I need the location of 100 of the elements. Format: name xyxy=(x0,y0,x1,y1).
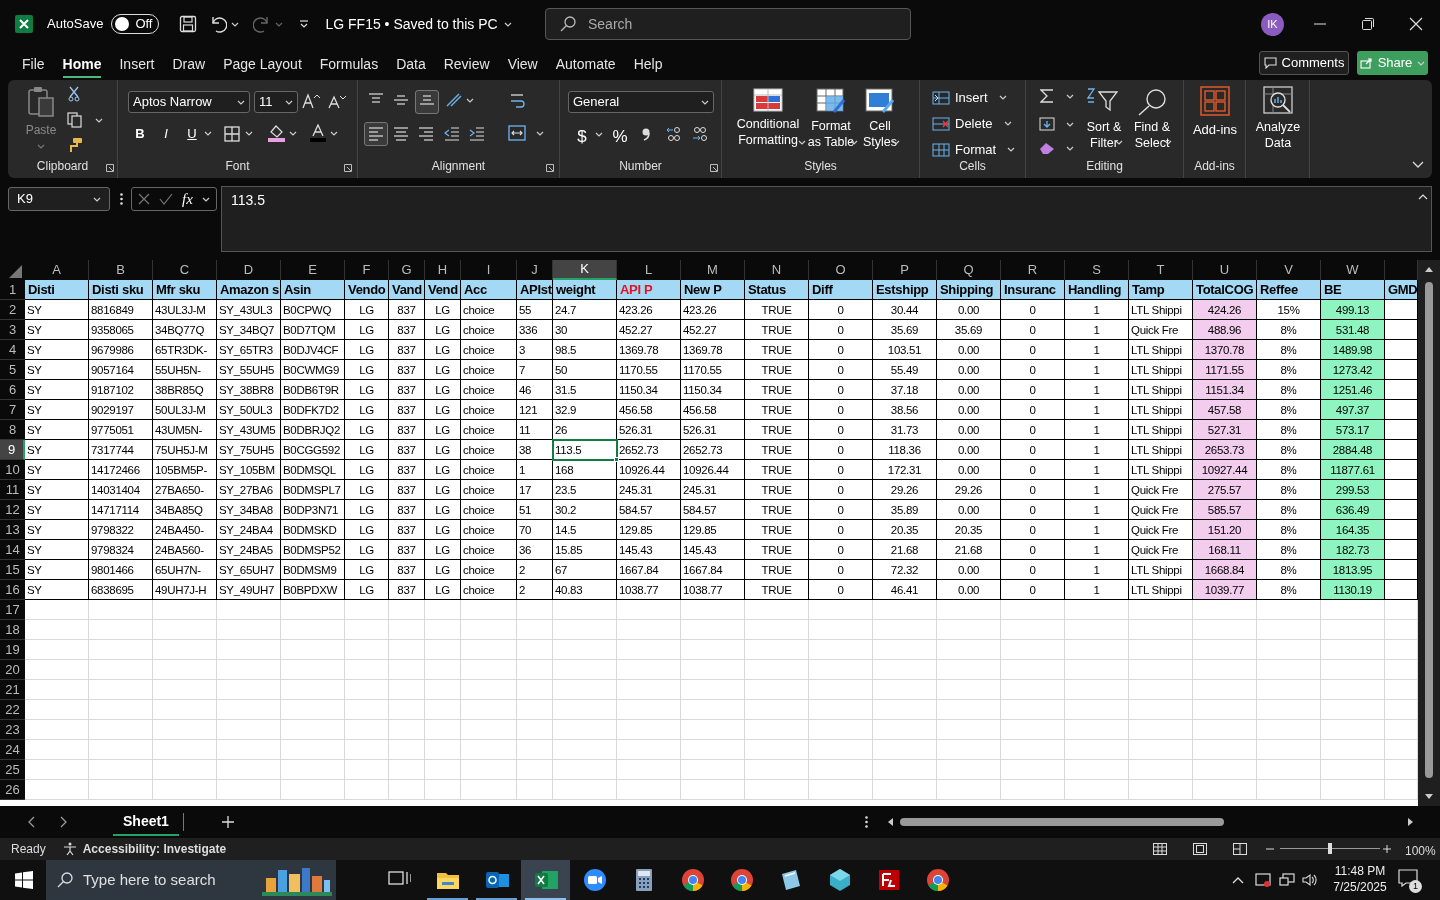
caret-icon[interactable] xyxy=(503,21,512,27)
collapse-formula-bar-icon[interactable] xyxy=(1418,194,1428,200)
analyze-data-button[interactable]: Analyze Data xyxy=(1249,86,1307,151)
network-icon[interactable] xyxy=(1279,873,1295,887)
row-number[interactable]: 22 xyxy=(0,700,25,720)
zoom-slider-thumb[interactable] xyxy=(1328,843,1332,854)
row-number[interactable]: 15 xyxy=(0,560,25,580)
fill-color-icon[interactable] xyxy=(268,124,285,142)
start-icon[interactable] xyxy=(15,871,33,889)
menu-tab[interactable]: Draw xyxy=(164,48,214,80)
cells-button[interactable]: Insert xyxy=(932,88,1007,108)
borders-icon[interactable] xyxy=(224,126,240,142)
caret-icon[interactable] xyxy=(1003,121,1012,127)
volume-icon[interactable] xyxy=(1302,873,1318,887)
row-number[interactable]: 21 xyxy=(0,680,25,700)
undo-icon[interactable] xyxy=(209,15,228,33)
caret-icon[interactable] xyxy=(1164,140,1172,145)
row-number[interactable]: 10 xyxy=(0,460,25,480)
align-right-icon[interactable] xyxy=(418,126,434,142)
caret-icon[interactable] xyxy=(231,21,240,27)
row-number[interactable]: 6 xyxy=(0,380,25,400)
orientation-icon[interactable] xyxy=(445,92,463,108)
font-size-dropdown[interactable]: 11 xyxy=(254,91,298,113)
format-painter-icon[interactable] xyxy=(67,137,83,153)
caret-icon[interactable] xyxy=(595,132,603,137)
caret-icon[interactable] xyxy=(798,140,806,145)
caret-icon[interactable] xyxy=(330,131,338,136)
decrease-decimal-icon[interactable] xyxy=(692,126,708,142)
menu-tab[interactable]: Help xyxy=(625,48,671,80)
caret-icon[interactable] xyxy=(536,131,544,136)
caret-icon[interactable] xyxy=(1066,146,1074,151)
caret-icon[interactable] xyxy=(95,118,103,123)
caret-icon[interactable] xyxy=(285,99,293,105)
sheet-tab[interactable]: Sheet1 xyxy=(113,808,179,836)
more-options-icon[interactable] xyxy=(120,193,123,205)
italic-button[interactable]: I xyxy=(155,123,177,145)
increase-indent-icon[interactable] xyxy=(469,126,485,142)
menu-tab[interactable]: File xyxy=(14,48,53,80)
restore-icon[interactable] xyxy=(1362,18,1374,30)
page-break-view-icon[interactable] xyxy=(1233,843,1247,855)
caret-icon[interactable] xyxy=(289,131,297,136)
caret-icon[interactable] xyxy=(1066,122,1074,127)
row-number[interactable]: 4 xyxy=(0,340,25,360)
row-number[interactable]: 14 xyxy=(0,540,25,560)
caret-icon[interactable] xyxy=(204,131,212,136)
zoom-in-icon[interactable] xyxy=(1383,845,1391,853)
currency-button[interactable]: $ xyxy=(574,124,590,150)
decrease-indent-icon[interactable] xyxy=(444,126,460,142)
name-box[interactable]: K9 xyxy=(8,187,110,211)
chevron-up-icon[interactable] xyxy=(1232,877,1244,884)
security-icon[interactable] xyxy=(1255,873,1271,887)
collapse-ribbon-icon[interactable] xyxy=(1412,161,1424,168)
menu-tab[interactable]: Automate xyxy=(547,48,624,80)
scissors-icon[interactable] xyxy=(68,86,80,102)
bold-button[interactable]: B xyxy=(129,123,151,145)
eraser-icon[interactable] xyxy=(1039,142,1055,154)
row-number[interactable]: 26 xyxy=(0,780,25,800)
formula-input[interactable]: 113.5 xyxy=(221,186,1432,252)
caret-icon[interactable] xyxy=(1066,94,1074,99)
accessibility-button[interactable]: Accessibility: Investigate xyxy=(62,840,227,858)
next-sheet-icon[interactable] xyxy=(60,816,67,828)
menu-tab[interactable]: Data xyxy=(388,48,434,80)
number-format-dropdown[interactable]: General xyxy=(568,91,714,113)
row-number[interactable]: 13 xyxy=(0,520,25,540)
find-select-button[interactable]: Find & Select xyxy=(1130,88,1174,151)
underline-button[interactable]: U xyxy=(181,123,203,145)
caret-icon[interactable] xyxy=(245,131,253,136)
add-ins-button[interactable]: Add-ins xyxy=(1186,86,1244,140)
add-sheet-icon[interactable] xyxy=(221,816,234,828)
sort-filter-button[interactable]: Sort & Filter xyxy=(1082,88,1126,151)
zoom-level[interactable]: 100% xyxy=(1405,842,1436,860)
comma-style-icon[interactable] xyxy=(642,127,650,141)
row-number[interactable]: 16 xyxy=(0,580,25,600)
row-number[interactable]: 17 xyxy=(0,600,25,620)
vertical-scrollbar[interactable] xyxy=(1418,260,1440,806)
menu-tab[interactable]: View xyxy=(499,48,546,80)
row-number[interactable]: 8 xyxy=(0,420,25,440)
row-number[interactable]: 5 xyxy=(0,360,25,380)
font-color-icon[interactable] xyxy=(310,124,326,142)
menu-tab[interactable]: Home xyxy=(54,48,110,80)
caret-icon[interactable] xyxy=(998,95,1007,101)
caret-icon[interactable] xyxy=(201,196,210,202)
center-icon[interactable] xyxy=(393,126,409,142)
cells-button[interactable]: Delete xyxy=(932,114,1012,134)
search-field[interactable]: Search xyxy=(545,8,911,40)
row-number[interactable]: 11 xyxy=(0,480,25,500)
caret-icon[interactable] xyxy=(237,99,245,105)
row-number[interactable]: 24 xyxy=(0,740,25,760)
customize-toolbar-icon[interactable] xyxy=(299,19,310,29)
increase-decimal-icon[interactable] xyxy=(666,126,682,142)
percent-button[interactable]: % xyxy=(610,124,630,150)
menu-tab[interactable]: Insert xyxy=(111,48,163,80)
row-number[interactable]: 12 xyxy=(0,500,25,520)
copy-icon[interactable] xyxy=(67,112,83,128)
cells-button[interactable]: Format xyxy=(932,140,1016,160)
row-number[interactable]: 20 xyxy=(0,660,25,680)
normal-view-icon[interactable] xyxy=(1153,843,1167,855)
menu-tab[interactable]: Page Layout xyxy=(215,48,310,80)
fill-down-icon[interactable] xyxy=(1039,117,1055,131)
taskbar-search-field[interactable]: Type here to search xyxy=(46,860,336,900)
